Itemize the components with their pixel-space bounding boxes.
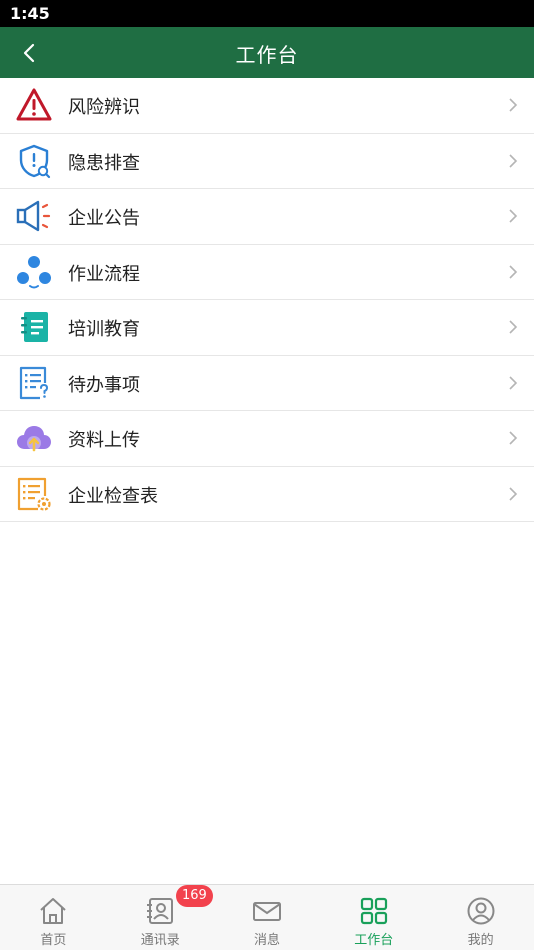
menu-item-label: 企业公告 [68, 208, 140, 229]
megaphone-icon [16, 198, 52, 234]
menu-item-label: 待办事项 [68, 374, 140, 396]
grid-icon [359, 896, 389, 926]
chevron-right-icon [509, 98, 518, 112]
menu-item-data-upload[interactable]: 资料上传 [0, 411, 534, 467]
message-count-badge: 169 [176, 885, 213, 907]
cloud-upload-icon [16, 420, 52, 456]
menu-item-label: 风险辨识 [68, 97, 140, 118]
menu-item-label: 培训教育 [68, 319, 140, 340]
user-icon [466, 896, 496, 926]
menu-item-label: 隐患排查 [68, 152, 140, 174]
nav-bar: 工作台 [0, 27, 534, 78]
menu-list: 风险辨识 隐患排查 企业公告 作业流程 培训教育 待办事项 资料上传 企业检查表 [0, 78, 534, 522]
bottom-tab-bar: 首页 通讯录 消息 工作台 我的 [0, 884, 534, 950]
chevron-right-icon [509, 209, 518, 223]
menu-item-label: 企业检查表 [68, 485, 158, 507]
tab-label: 首页 [40, 933, 67, 948]
tab-workbench[interactable]: 工作台 [320, 885, 427, 950]
contacts-icon [145, 896, 175, 926]
chevron-right-icon [509, 375, 518, 390]
menu-item-company-checklist[interactable]: 企业检查表 [0, 466, 534, 522]
page-title: 工作台 [235, 43, 299, 67]
tab-profile[interactable]: 我的 [427, 885, 534, 950]
menu-item-label: 资料上传 [68, 430, 140, 451]
menu-item-training-education[interactable]: 培训教育 [0, 300, 534, 356]
shield-search-icon [16, 143, 52, 179]
chevron-right-icon [509, 153, 518, 168]
todo-list-icon [16, 365, 52, 401]
tab-home[interactable]: 首页 [0, 885, 107, 950]
tab-messages[interactable]: 消息 [214, 885, 321, 950]
status-time: 1:45 [10, 4, 50, 23]
chevron-right-icon [509, 264, 518, 279]
menu-item-label: 作业流程 [68, 263, 140, 285]
checklist-gear-icon [16, 476, 52, 512]
warning-triangle-icon [16, 87, 52, 123]
menu-item-hazard-inspection[interactable]: 隐患排查 [0, 133, 534, 189]
tab-label: 工作台 [354, 933, 394, 948]
mail-icon [252, 896, 282, 926]
menu-item-todo[interactable]: 待办事项 [0, 355, 534, 411]
home-icon [38, 896, 68, 926]
tab-label: 消息 [253, 933, 280, 948]
tab-label: 我的 [467, 933, 494, 948]
tab-label: 通讯录 [140, 933, 180, 948]
notebook-icon [16, 309, 52, 345]
menu-item-work-process[interactable]: 作业流程 [0, 244, 534, 300]
chevron-right-icon [509, 320, 518, 334]
chevron-right-icon [509, 431, 518, 445]
chevron-right-icon [509, 486, 518, 501]
status-bar: 1:45 [0, 0, 534, 27]
menu-item-risk-identification[interactable]: 风险辨识 [0, 78, 534, 134]
workflow-icon [16, 254, 52, 290]
menu-item-company-announcement[interactable]: 企业公告 [0, 189, 534, 245]
